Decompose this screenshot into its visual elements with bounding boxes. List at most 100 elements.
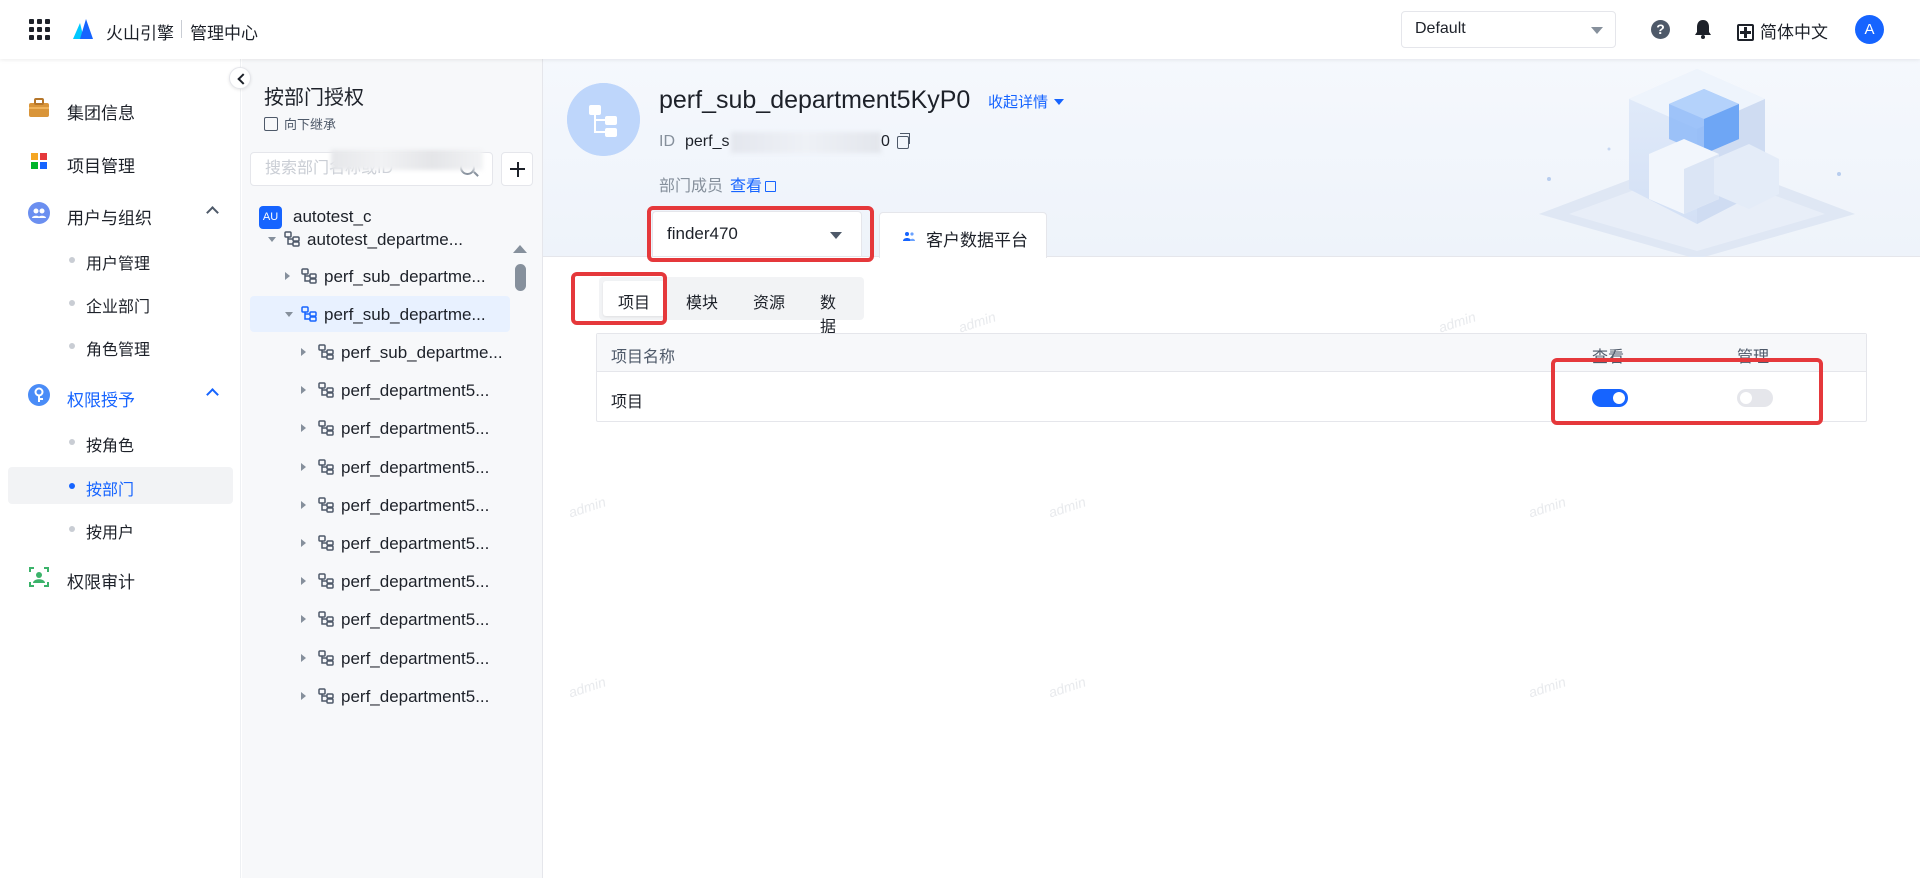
manage-permission-toggle[interactable] [1737,389,1773,407]
users-icon [28,202,50,224]
nav-item-permission-audit[interactable]: 权限审计 [8,559,233,596]
briefcase-icon [29,98,49,117]
nav-label: 权限授予 [67,391,135,410]
nav-item-project-management[interactable]: 项目管理 [8,143,233,180]
tree-node[interactable]: perf_sub_departme... [250,296,510,332]
nav-item-permission-grant[interactable]: 权限授予 [8,377,233,414]
caret-right-icon[interactable] [301,654,306,662]
tab-data[interactable]: 数据 [805,281,864,336]
nav-sub-enterprise-departments[interactable]: 企业部门 [8,284,233,321]
caret-right-icon[interactable] [285,272,290,280]
bullet-dot [69,526,75,532]
department-tree-icon [301,268,317,284]
inherit-label: 向下继承 [284,117,337,132]
department-tree-icon [318,688,334,704]
environment-select-value: Default [1415,20,1466,37]
bell-icon[interactable] [1694,19,1712,39]
watermark: admin [1046,493,1088,521]
tree-node-label: perf_sub_departme... [324,267,486,286]
caret-right-icon[interactable] [301,463,306,471]
nav-sub-by-user[interactable]: 按用户 [8,510,233,547]
tree-node-label: perf_sub_departme... [324,305,486,324]
nav-sub-by-department[interactable]: 按部门 [8,467,233,504]
tree-node[interactable]: perf_department5... [250,601,515,637]
column-header-project-name: 项目名称 [611,349,676,366]
caret-down-icon[interactable] [285,312,293,317]
bullet-dot [69,483,75,489]
scroll-up-arrow-icon[interactable] [513,245,527,253]
tree-node[interactable]: perf_sub_departme... [250,334,515,370]
department-tree-icon [301,306,317,322]
people-icon [903,232,915,241]
nav-sub-role-management[interactable]: 角色管理 [8,327,233,364]
caret-right-icon[interactable] [301,539,306,547]
caret-right-icon[interactable] [301,348,306,356]
inherit-icon [264,117,278,131]
tree-scrollbar-thumb[interactable] [515,264,526,291]
tree-node-label: perf_department5... [341,649,490,668]
department-tree-icon [318,420,334,436]
watermark: admin [1046,673,1088,701]
nav-item-group-info[interactable]: 集团信息 [8,90,233,127]
tree-node[interactable]: perf_department5... [250,525,515,561]
department-tree-icon [318,535,334,551]
nav-item-users-and-org[interactable]: 用户与组织 [8,195,233,232]
volcengine-logo [73,19,93,39]
help-icon[interactable]: ? [1651,20,1670,39]
tree-node[interactable]: perf_department5... [250,372,515,408]
chevron-up-icon [206,206,219,219]
product-select[interactable]: finder470 [652,211,862,257]
nav-sub-user-management[interactable]: 用户管理 [8,241,233,278]
department-tree-icon [318,573,334,589]
collapse-details-label: 收起详情 [988,94,1049,111]
project-grid-icon [31,153,47,169]
caret-right-icon[interactable] [301,692,306,700]
tab-project[interactable]: 项目 [603,281,666,316]
caret-right-icon[interactable] [301,501,306,509]
caret-right-icon[interactable] [301,386,306,394]
add-department-button[interactable] [501,152,533,186]
tree-node[interactable]: perf_department5... [250,449,515,485]
tree-node[interactable]: perf_department5... [250,563,515,599]
chevron-up-icon [206,388,219,401]
tree-node-label: perf_department5... [341,419,490,438]
caret-right-icon[interactable] [301,577,306,585]
caret-down-icon[interactable] [268,237,276,242]
tree-node[interactable]: perf_department5... [250,678,515,714]
department-name: perf_sub_department5KyP0 [659,86,971,114]
watermark: admin [566,673,608,701]
copy-icon[interactable] [897,133,910,149]
view-permission-toggle[interactable] [1592,389,1628,407]
view-members-link[interactable]: 查看 [730,172,777,196]
chevron-down-icon [830,232,842,239]
external-link-icon [765,181,777,192]
tree-node[interactable]: perf_department5... [250,487,515,523]
nav-sub-by-role[interactable]: 按角色 [8,423,233,460]
nav-sub-label: 按用户 [86,525,135,542]
environment-select[interactable]: Default [1401,11,1616,48]
tree-node[interactable]: autotest_departme... [250,221,515,257]
caret-right-icon[interactable] [301,424,306,432]
tab-customer-data-platform[interactable]: 客户数据平台 [879,212,1047,258]
tree-node[interactable]: perf_department5... [250,640,515,676]
brand-name: 火山引擎 [106,24,174,43]
language-switch[interactable]: 简体中文 [1737,18,1828,42]
caret-right-icon[interactable] [301,615,306,623]
tab-module[interactable]: 模块 [671,281,733,316]
brand-subtitle: 管理中心 [190,24,258,43]
sidebar-collapse-button[interactable] [229,67,251,89]
tab-resource[interactable]: 资源 [738,281,800,316]
audit-icon [29,567,49,587]
department-tree-icon [318,611,334,627]
nav-sub-label: 企业部门 [86,299,151,316]
app-grid-icon[interactable] [29,19,50,40]
inherit-downward-toggle[interactable]: 向下继承 [264,114,336,133]
resource-type-tabs: 项目 模块 资源 数据 [599,277,864,336]
tree-node[interactable]: perf_sub_departme... [250,258,515,294]
nav-label: 项目管理 [67,157,135,176]
collapse-details-link[interactable]: 收起详情 [988,91,1065,112]
user-avatar[interactable]: A [1855,15,1884,44]
department-tree-icon [318,497,334,513]
tree-node[interactable]: perf_department5... [250,410,515,446]
key-icon [28,384,50,406]
